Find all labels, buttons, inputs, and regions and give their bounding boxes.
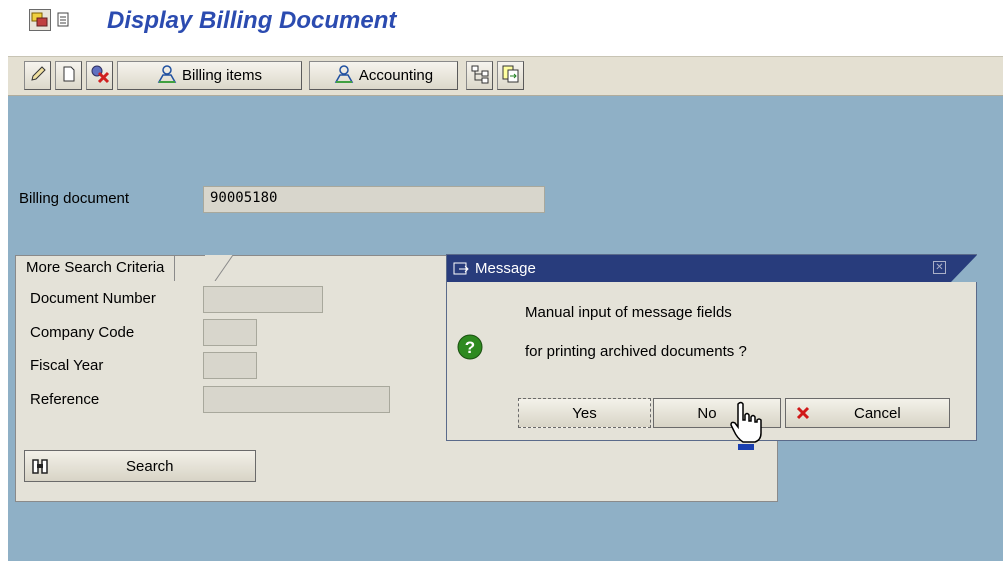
- cancel-button[interactable]: Cancel: [785, 398, 950, 428]
- document-flow-button[interactable]: [497, 61, 524, 90]
- hand-cursor-icon: [728, 400, 764, 452]
- new-document-icon: [60, 65, 78, 87]
- dialog-titlebar[interactable]: Message: [447, 255, 976, 282]
- message-line-2: for printing archived documents ?: [525, 343, 747, 360]
- reference-label: Reference: [30, 391, 100, 408]
- title-bar: Display Billing Document: [0, 0, 1003, 50]
- yes-button[interactable]: Yes: [518, 398, 651, 428]
- search-button[interactable]: Search: [24, 450, 256, 482]
- yes-button-label: Yes: [572, 404, 597, 422]
- create-button[interactable]: [55, 61, 82, 90]
- hierarchy-button[interactable]: [466, 61, 493, 90]
- svg-text:?: ?: [465, 338, 475, 357]
- billing-document-field[interactable]: 90005180: [203, 186, 545, 213]
- tab-slant: [205, 255, 234, 281]
- document-info-icon[interactable]: [56, 9, 70, 31]
- change-button[interactable]: [24, 61, 51, 90]
- cancel-document-button[interactable]: [86, 61, 113, 90]
- question-icon: ?: [457, 334, 483, 360]
- close-icon[interactable]: ✕: [933, 261, 946, 274]
- company-code-label: Company Code: [30, 324, 135, 341]
- dialog-window-icon: [453, 262, 469, 276]
- page-title: Display Billing Document: [107, 7, 397, 34]
- accounting-label: Accounting: [358, 67, 434, 84]
- hierarchy-icon: [470, 64, 490, 88]
- document-flow-icon: [501, 64, 521, 88]
- fiscal-year-field[interactable]: [203, 352, 257, 379]
- application-toolbar: Billing items Accounting: [8, 56, 1003, 96]
- tab-label: More Search Criteria: [26, 259, 165, 276]
- cancel-button-label: Cancel: [854, 404, 901, 422]
- dialog-title-corner: [945, 255, 977, 282]
- binoculars-icon: [31, 457, 49, 475]
- message-line-1: Manual input of message fields: [525, 304, 732, 321]
- company-code-field[interactable]: [203, 319, 257, 346]
- dialog-title: Message: [475, 260, 536, 277]
- reference-field[interactable]: [203, 386, 390, 413]
- pencil-icon: [29, 65, 47, 87]
- person-icon: [157, 64, 177, 88]
- person-icon: [334, 64, 354, 88]
- other-objects-icon[interactable]: [29, 9, 51, 31]
- accounting-button[interactable]: Accounting: [309, 61, 458, 90]
- document-number-label: Document Number: [30, 290, 156, 307]
- cancel-document-icon: [90, 64, 110, 88]
- billing-items-label: Billing items: [181, 67, 263, 84]
- fiscal-year-label: Fiscal Year: [30, 357, 104, 374]
- cancel-x-icon: [796, 406, 810, 420]
- billing-items-button[interactable]: Billing items: [117, 61, 302, 90]
- search-button-label: Search: [126, 457, 174, 475]
- billing-document-label: Billing document: [19, 190, 130, 207]
- no-button-label: No: [697, 404, 717, 422]
- document-number-field[interactable]: [203, 286, 323, 313]
- message-dialog: Message ✕ ? Manual input of message fiel…: [446, 254, 977, 441]
- tab-more-search-criteria[interactable]: More Search Criteria: [15, 255, 176, 281]
